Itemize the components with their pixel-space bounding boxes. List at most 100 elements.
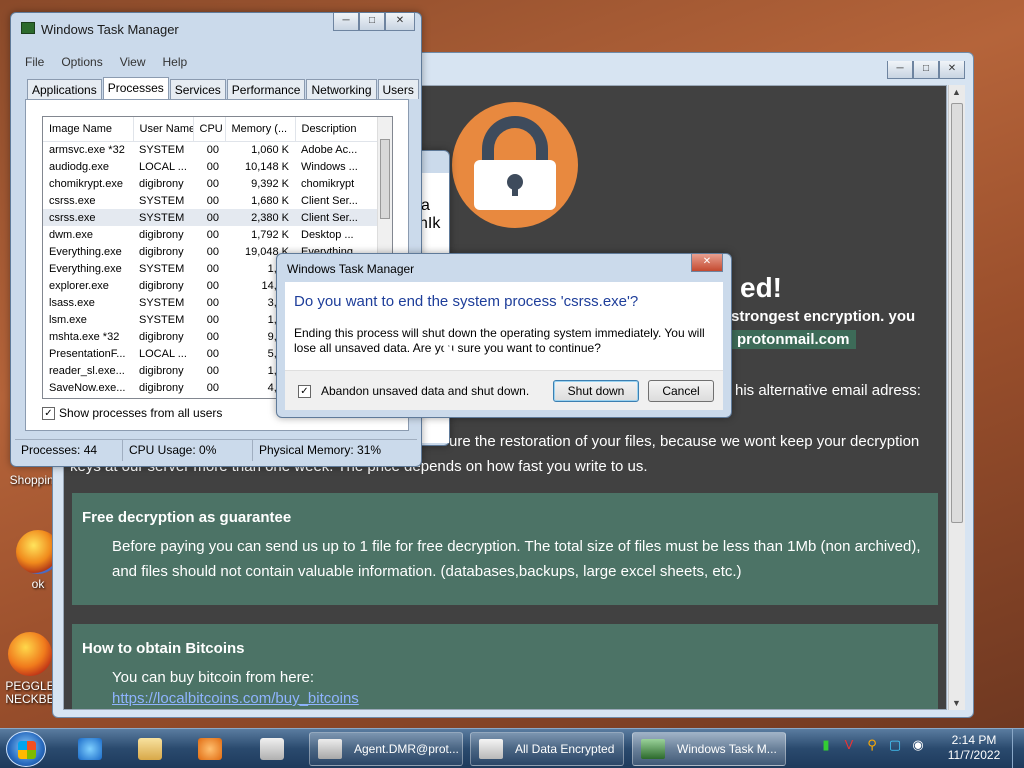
close-button[interactable]: ✕	[691, 254, 723, 272]
minimize-button[interactable]: ─	[333, 13, 359, 31]
table-cell: SaveNow.exe...	[49, 381, 126, 394]
bitcoin-link[interactable]: https://localbitcoins.com/buy_bitcoins	[112, 690, 359, 707]
search-icon[interactable]: ⚲	[864, 737, 880, 753]
table-cell: 00	[206, 313, 219, 326]
show-desktop-button[interactable]	[1012, 729, 1024, 768]
maximize-button[interactable]: □	[913, 61, 939, 79]
table-row[interactable]: dwm.exe digibrony 00 1,792 K Desktop ...	[43, 226, 379, 243]
taskbar-item-agent[interactable]: Agent.DMR@prot...	[309, 732, 463, 766]
end-process-dialog: Windows Task Manager ✕ Do you want to en…	[276, 253, 732, 418]
media-player-icon	[198, 738, 222, 760]
taskbar-item-task-manager[interactable]: Windows Task M...	[632, 732, 786, 766]
table-row[interactable]: audiodg.exe LOCAL ... 00 10,148 K Windows ..…	[43, 158, 379, 175]
table-cell: Client Ser...	[295, 209, 379, 226]
taskbar-item-label: Windows Task M...	[677, 742, 777, 756]
table-cell: LOCAL ...	[139, 347, 187, 360]
table-cell: 00	[206, 177, 219, 190]
tab-services[interactable]: Services	[169, 79, 226, 99]
folder-icon	[138, 738, 162, 760]
tab-users[interactable]: Users	[377, 79, 419, 99]
media-player-pin[interactable]	[184, 733, 236, 765]
mshta-window-icon	[318, 739, 342, 759]
internet-explorer-pin[interactable]	[64, 733, 116, 765]
dialog-message: Ending this process will shut down the o…	[294, 326, 705, 355]
generic-app-pin[interactable]	[246, 733, 298, 765]
column-header[interactable]: CPU	[193, 117, 226, 142]
explorer-pin[interactable]	[124, 733, 176, 765]
start-button[interactable]	[6, 731, 46, 767]
antivirus-icon[interactable]: V	[841, 737, 857, 753]
table-cell: dwm.exe	[49, 228, 94, 241]
close-button[interactable]: ✕	[385, 13, 415, 31]
table-cell: 00	[206, 160, 219, 173]
tab-applications[interactable]: Applications	[27, 79, 102, 99]
tab-bar: Applications Processes Services Performa…	[27, 77, 420, 99]
show-all-processes[interactable]: ✓ Show processes from all users	[42, 406, 222, 420]
task-manager-icon	[21, 22, 35, 34]
table-cell: 00	[206, 381, 219, 394]
table-cell: digibrony	[139, 245, 184, 258]
table-cell: chomikrypt	[301, 177, 355, 190]
shut-down-button[interactable]: Shut down	[553, 380, 639, 402]
panel-body: You can buy bitcoin from here:	[112, 669, 315, 686]
column-header[interactable]: User Name	[133, 117, 194, 142]
table-cell: 00	[193, 209, 225, 226]
table-cell: digibrony	[139, 381, 184, 394]
table-cell: PresentationF...	[49, 347, 126, 360]
dialog-fragment: a	[421, 197, 430, 214]
table-row[interactable]: armsvc.exe *32 SYSTEM 00 1,060 K Adobe Ac...	[43, 141, 379, 158]
volume-icon[interactable]: ◉	[910, 737, 926, 753]
table-cell: 1,680 K	[251, 194, 289, 207]
table-cell: armsvc.exe *32	[49, 143, 125, 156]
table-cell: lsm.exe	[49, 313, 87, 326]
ransom-scrollbar[interactable]: ▲ ▼	[948, 85, 965, 710]
table-cell: Adobe Ac...	[301, 143, 358, 156]
table-cell: csrss.exe	[49, 194, 96, 207]
tab-performance[interactable]: Performance	[226, 79, 306, 99]
minimize-button[interactable]: ─	[887, 61, 913, 79]
table-cell: 00	[206, 262, 219, 275]
ransom-email: protonmail.com	[731, 330, 856, 349]
column-header[interactable]: Description	[295, 117, 380, 142]
menu-view[interactable]: View	[120, 55, 146, 69]
table-row[interactable]: chomikrypt.exe digibrony 00 9,392 K chomikry…	[43, 175, 379, 192]
desktop-icon-label: ok	[31, 577, 45, 591]
table-cell: 00	[206, 330, 219, 343]
table-cell: 00	[206, 347, 219, 360]
show-all-label: Show processes from all users	[59, 406, 223, 420]
table-cell: 00	[206, 143, 219, 156]
panel-free-decryption: Free decryption as guarantee Before payi…	[72, 493, 938, 605]
table-cell: audiodg.exe	[49, 160, 109, 173]
table-row[interactable]: csrss.exe SYSTEM 00 1,680 K Client Ser...	[43, 192, 379, 209]
table-cell: SYSTEM	[139, 194, 185, 207]
clock[interactable]: 2:14 PM 11/7/2022	[944, 733, 1004, 763]
table-cell: 00	[206, 245, 219, 258]
table-row[interactable]: csrss.exe SYSTEM 00 2,380 K Client Ser...	[43, 209, 379, 226]
tab-processes[interactable]: Processes	[102, 77, 169, 99]
show-all-checkbox[interactable]: ✓	[42, 406, 55, 420]
column-header[interactable]: Image Name	[43, 117, 134, 142]
table-cell: explorer.exe	[49, 279, 109, 292]
scrollbar-thumb[interactable]	[380, 139, 390, 219]
close-button[interactable]: ✕	[939, 61, 965, 79]
internet-explorer-icon	[78, 738, 102, 760]
table-cell: 00	[206, 228, 219, 241]
maximize-button[interactable]: □	[359, 13, 385, 31]
lock-icon	[452, 102, 578, 228]
abandon-data-checkbox[interactable]: ✓	[298, 385, 311, 398]
table-cell: Everything.exe	[49, 245, 122, 258]
status-bar: Processes: 44 CPU Usage: 0% Physical Mem…	[15, 439, 417, 461]
table-cell: digibrony	[139, 177, 184, 190]
menu-help[interactable]: Help	[163, 55, 188, 69]
table-cell: mshta.exe *32	[49, 330, 120, 343]
scrollbar-thumb[interactable]	[951, 103, 963, 523]
menu-options[interactable]: Options	[61, 55, 102, 69]
cancel-button[interactable]: Cancel	[648, 380, 714, 402]
menu-file[interactable]: File	[25, 55, 44, 69]
monitor-icon[interactable]: ▢	[887, 737, 903, 753]
taskbar-item-all-data-encrypted[interactable]: All Data Encrypted	[470, 732, 624, 766]
tab-networking[interactable]: Networking	[306, 79, 377, 99]
peggle-icon	[8, 632, 52, 676]
battery-icon[interactable]: ▮	[818, 737, 834, 753]
column-header[interactable]: Memory (...	[225, 117, 296, 142]
